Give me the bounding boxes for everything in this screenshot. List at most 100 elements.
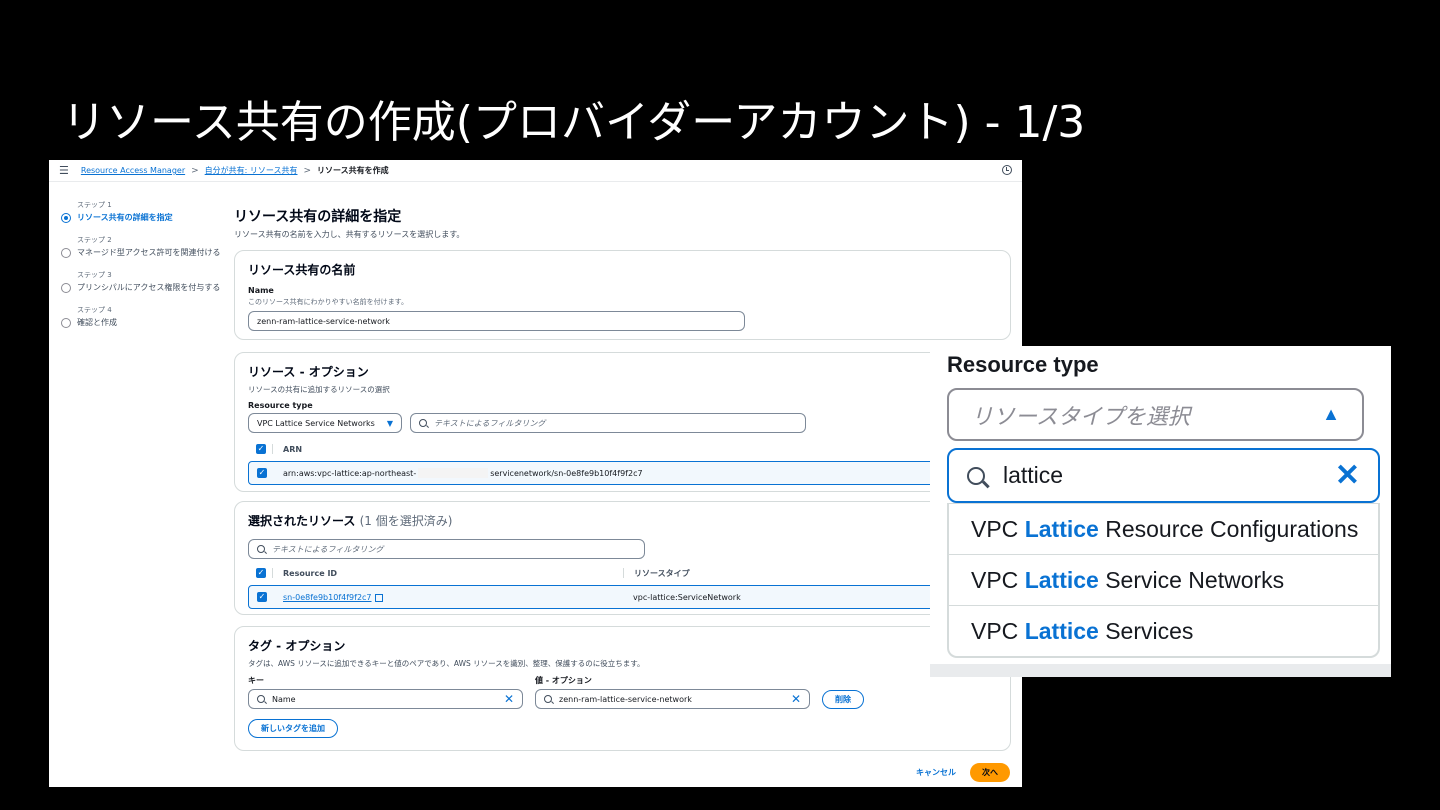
tag-value-value: zenn-ram-lattice-service-network bbox=[559, 694, 692, 704]
tag-key-input[interactable]: Name ✕ bbox=[248, 689, 523, 709]
row-checkbox[interactable]: ✓ bbox=[257, 468, 267, 478]
chevron-right-icon: > bbox=[191, 165, 199, 176]
step-pending-icon bbox=[61, 283, 71, 293]
option-highlight: Lattice bbox=[1024, 515, 1099, 542]
dropdown-option[interactable]: VPC Lattice Resource Configurations bbox=[949, 503, 1378, 554]
step-number: ステップ 3 bbox=[77, 271, 112, 279]
selected-count: (1 個を選択済み) bbox=[359, 514, 453, 528]
wizard-footer: キャンセル 次へ bbox=[916, 763, 1010, 782]
table-row[interactable]: ✓ sn-0e8fe9b10f4f9f2c7 vpc-lattice:Servi… bbox=[248, 585, 948, 609]
option-suffix: Resource Configurations bbox=[1098, 515, 1359, 542]
step-number: ステップ 2 bbox=[77, 236, 112, 244]
tags-card-title: タグ - オプション bbox=[248, 639, 346, 653]
option-suffix: Service Networks bbox=[1098, 566, 1285, 593]
step-4: ステップ 4 確認と作成 bbox=[61, 305, 221, 329]
breadcrumb-shared-by-me[interactable]: 自分が共有: リソース共有 bbox=[205, 165, 298, 176]
step-label: リソース共有の詳細を指定 bbox=[77, 213, 173, 222]
step-label: プリンシパルにアクセス権限を付与する bbox=[77, 283, 221, 292]
step-label: 確認と作成 bbox=[77, 318, 117, 327]
option-prefix: VPC bbox=[971, 566, 1025, 593]
name-card-title: リソース共有の名前 bbox=[248, 263, 356, 277]
option-highlight: Lattice bbox=[1024, 617, 1099, 644]
remove-tag-button[interactable]: 削除 bbox=[822, 689, 864, 709]
select-all-checkbox[interactable]: ✓ bbox=[256, 568, 266, 578]
hamburger-menu-icon[interactable]: ☰ bbox=[59, 164, 69, 177]
zoom-search-value: lattice bbox=[1003, 462, 1064, 488]
option-highlight: Lattice bbox=[1024, 566, 1099, 593]
row-checkbox[interactable]: ✓ bbox=[257, 592, 267, 602]
cancel-button[interactable]: キャンセル bbox=[916, 767, 956, 778]
clear-icon[interactable]: ✕ bbox=[791, 692, 801, 706]
resource-type-select[interactable]: VPC Lattice Service Networks ▼ bbox=[248, 413, 402, 433]
column-divider bbox=[272, 444, 273, 454]
step-pending-icon bbox=[61, 318, 71, 328]
page-title: リソース共有の詳細を指定 bbox=[234, 209, 402, 225]
next-button[interactable]: 次へ bbox=[970, 763, 1010, 782]
resource-filters: VPC Lattice Service Networks ▼ テキストによるフィ… bbox=[248, 413, 997, 433]
name-input[interactable]: zenn-ram-lattice-service-network bbox=[248, 311, 745, 331]
caret-down-icon: ▼ bbox=[386, 418, 393, 428]
clock-icon[interactable] bbox=[1002, 165, 1012, 175]
name-field-desc: このリソース共有にわかりやすい名前を付けます。 bbox=[248, 298, 408, 306]
name-field-label: Name bbox=[248, 286, 274, 295]
name-input-value: zenn-ram-lattice-service-network bbox=[257, 316, 390, 326]
search-icon bbox=[967, 466, 985, 485]
select-all-checkbox[interactable]: ✓ bbox=[256, 444, 266, 454]
selected-title: 選択されたリソース bbox=[248, 514, 356, 528]
tag-value-label: 値 - オプション bbox=[535, 676, 592, 685]
arn-prefix: arn:aws:vpc-lattice:ap-northeast- bbox=[283, 468, 417, 478]
tag-row: Name ✕ zenn-ram-lattice-service-network … bbox=[248, 689, 997, 709]
selected-filter-input[interactable]: テキストによるフィルタリング bbox=[248, 539, 645, 559]
external-link-icon bbox=[374, 594, 383, 602]
zoom-resource-type-select[interactable]: リソースタイプを選択 ▲ bbox=[947, 388, 1364, 441]
column-resource-id: Resource ID bbox=[283, 568, 338, 578]
step-3: ステップ 3 プリンシパルにアクセス権限を付与する bbox=[61, 270, 221, 294]
column-resource-type: リソースタイプ bbox=[634, 568, 690, 578]
resource-filter-placeholder: テキストによるフィルタリング bbox=[434, 418, 546, 428]
page-header: リソース共有の詳細を指定 リソース共有の名前を入力し、共有するリソースを選択しま… bbox=[234, 206, 1014, 240]
step-number: ステップ 1 bbox=[77, 201, 112, 209]
page-description: リソース共有の名前を入力し、共有するリソースを選択します。 bbox=[234, 230, 465, 239]
resource-id-cell: sn-0e8fe9b10f4f9f2c7 bbox=[283, 593, 633, 602]
zoom-search-input[interactable]: lattice ✕ bbox=[947, 448, 1380, 503]
zoom-bottom-edge bbox=[930, 664, 1391, 677]
clear-icon[interactable]: ✕ bbox=[504, 692, 514, 706]
selected-card-title: 選択されたリソース (1 個を選択済み) bbox=[248, 512, 997, 529]
zoom-select-placeholder: リソースタイプを選択 bbox=[971, 403, 1190, 429]
wizard-steps: ステップ 1 リソース共有の詳細を指定 ステップ 2 マネージド型アクセス許可を… bbox=[61, 200, 221, 340]
tag-key-value: Name bbox=[272, 694, 296, 704]
step-number: ステップ 4 bbox=[77, 306, 112, 314]
breadcrumb-ram[interactable]: Resource Access Manager bbox=[81, 166, 185, 175]
dropdown-option[interactable]: VPC Lattice Services bbox=[949, 605, 1378, 656]
table-row[interactable]: ✓ arn:aws:vpc-lattice:ap-northeast- serv… bbox=[248, 461, 948, 485]
chevron-right-icon: > bbox=[303, 165, 312, 176]
add-tag-button[interactable]: 新しいタグを追加 bbox=[248, 719, 338, 738]
dropdown-option[interactable]: VPC Lattice Service Networks bbox=[949, 554, 1378, 605]
tags-card: タグ - オプション タグは、AWS リソースに追加できるキーと値のペアであり、… bbox=[234, 626, 1011, 751]
zoom-resource-type-label: Resource type bbox=[947, 352, 1099, 377]
redacted-account-id bbox=[418, 468, 489, 478]
resource-type-cell: vpc-lattice:ServiceNetwork bbox=[633, 592, 741, 602]
resource-type-dropdown-zoom: Resource type リソースタイプを選択 ▲ lattice ✕ VPC… bbox=[930, 346, 1391, 677]
tag-value-input[interactable]: zenn-ram-lattice-service-network ✕ bbox=[535, 689, 810, 709]
step-active-icon bbox=[61, 213, 71, 223]
selected-resources-card: 選択されたリソース (1 個を選択済み) テキストによるフィルタリング ✓ Re… bbox=[234, 501, 1011, 615]
option-suffix: Services bbox=[1098, 617, 1194, 644]
step-label: マネージド型アクセス許可を関連付ける bbox=[77, 248, 221, 257]
step-1[interactable]: ステップ 1 リソース共有の詳細を指定 bbox=[61, 200, 221, 224]
resource-id-link[interactable]: sn-0e8fe9b10f4f9f2c7 bbox=[283, 593, 372, 602]
arn-suffix: servicenetwork/sn-0e8fe9b10f4f9f2c7 bbox=[490, 468, 643, 478]
slide-title: リソース共有の作成(プロバイダーアカウント) - 1/3 bbox=[62, 97, 1086, 148]
option-prefix: VPC bbox=[971, 515, 1025, 542]
search-icon bbox=[544, 695, 552, 703]
selected-table-header: ✓ Resource ID リソースタイプ bbox=[248, 563, 997, 583]
top-bar: ☰ Resource Access Manager > 自分が共有: リソース共… bbox=[49, 160, 1022, 182]
caret-up-icon: ▲ bbox=[1322, 404, 1340, 424]
tag-key-label: キー bbox=[248, 676, 264, 685]
selected-filter-placeholder: テキストによるフィルタリング bbox=[272, 544, 384, 554]
resources-card-desc: リソースの共有に追加するリソースの選択 bbox=[248, 385, 390, 394]
resource-filter-input[interactable]: テキストによるフィルタリング bbox=[410, 413, 806, 433]
search-icon bbox=[419, 419, 427, 427]
clear-icon[interactable]: ✕ bbox=[1335, 458, 1360, 493]
search-icon bbox=[257, 695, 265, 703]
